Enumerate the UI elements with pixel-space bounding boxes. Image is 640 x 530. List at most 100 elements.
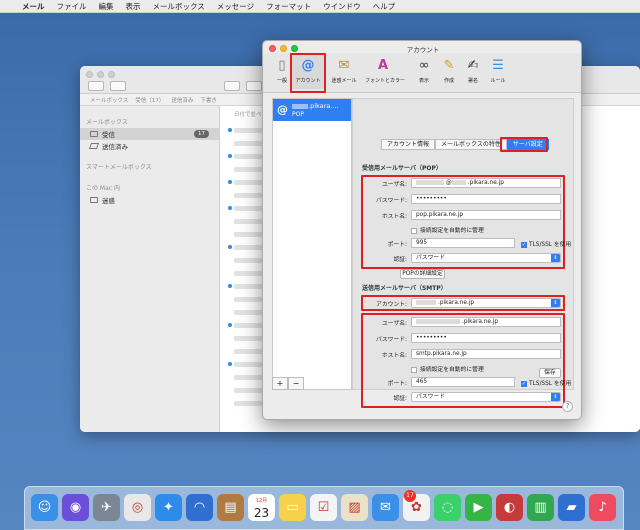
zoom-window-button[interactable] bbox=[108, 71, 115, 78]
fav-sent[interactable]: 送信済み bbox=[171, 96, 193, 104]
safari-icon[interactable]: ✦ bbox=[155, 494, 182, 521]
menu-format[interactable]: フォーマット bbox=[266, 1, 311, 12]
sidebar-item-label: 受信 bbox=[102, 131, 115, 139]
menu-window[interactable]: ウインドウ bbox=[323, 1, 361, 12]
incoming-username-field[interactable]: @ .pikara.ne.jp bbox=[411, 178, 561, 188]
toolbar-rules[interactable]: ☰ ルール bbox=[480, 55, 516, 89]
menu-edit[interactable]: 編集 bbox=[99, 1, 114, 12]
incoming-auto-manage-checkbox[interactable]: 接続設定を自動的に管理 bbox=[411, 225, 484, 234]
outgoing-auth-label: 認証: bbox=[393, 396, 407, 402]
delete-button[interactable] bbox=[246, 81, 262, 91]
toolbar-fonts-colors[interactable]: A フォントとカラー bbox=[365, 55, 405, 89]
toolbar-label: フォントとカラー bbox=[365, 78, 406, 84]
menu-help[interactable]: ヘルプ bbox=[373, 1, 396, 12]
fav-inbox[interactable]: 受信（17） bbox=[135, 96, 164, 104]
outgoing-auth-select[interactable]: パスワード ⇕ bbox=[411, 392, 561, 402]
incoming-port-field[interactable]: 995 bbox=[411, 238, 515, 248]
close-window-button[interactable] bbox=[86, 71, 93, 78]
outgoing-tls-checkbox[interactable]: ✓ TLS/SSL を使用 bbox=[521, 378, 571, 387]
preview-icon[interactable]: ▨ bbox=[341, 494, 368, 521]
toolbar-label: 表示 bbox=[418, 78, 429, 84]
incoming-server-heading: 受信用メールサーバ（POP） bbox=[362, 165, 442, 172]
toolbar-label: 署名 bbox=[467, 78, 478, 84]
menu-message[interactable]: メッセージ bbox=[217, 1, 254, 12]
notes-icon[interactable]: ▭ bbox=[279, 494, 306, 521]
unread-dot-icon bbox=[228, 245, 232, 249]
sidebar-item-inbox[interactable]: 受信 17 bbox=[80, 128, 219, 140]
outgoing-port-field[interactable]: 465 bbox=[411, 377, 515, 387]
finder-icon[interactable]: ☺ bbox=[31, 494, 58, 521]
numbers-icon[interactable]: ▥ bbox=[527, 494, 554, 521]
sent-icon bbox=[88, 143, 100, 149]
remove-account-button[interactable]: − bbox=[288, 377, 304, 390]
mail-window-controls bbox=[86, 71, 115, 78]
menu-file[interactable]: ファイル bbox=[57, 1, 87, 12]
chrome-icon[interactable]: ◎ bbox=[124, 494, 151, 521]
menu-mailbox[interactable]: メールボックス bbox=[153, 1, 205, 12]
minimize-window-button[interactable] bbox=[97, 71, 104, 78]
music-icon[interactable]: ♪ bbox=[589, 494, 616, 521]
add-account-button[interactable]: + bbox=[272, 377, 288, 390]
launchpad-icon[interactable]: ✈ bbox=[93, 494, 120, 521]
sidebar-item-sent[interactable]: 送信済み bbox=[80, 140, 219, 152]
fav-drafts[interactable]: 下書き bbox=[200, 96, 217, 104]
outgoing-account-select[interactable]: .pikara.ne.jp ⇕ bbox=[411, 298, 561, 308]
message-row-placeholder[interactable] bbox=[234, 128, 264, 133]
account-list-item[interactable]: @ .pikara.... POP bbox=[273, 99, 351, 121]
unread-dot-icon bbox=[228, 284, 232, 288]
sidebar-item-label: 迷惑 bbox=[102, 197, 115, 205]
calendar-icon[interactable]: 12月 23 bbox=[248, 494, 275, 521]
account-type: POP bbox=[292, 111, 304, 118]
keynote-icon[interactable]: ▰ bbox=[558, 494, 585, 521]
reminders-icon[interactable]: ☑ bbox=[310, 494, 337, 521]
mail-icon[interactable]: ✉ bbox=[372, 494, 399, 521]
toolbar-label: 作成 bbox=[443, 78, 454, 84]
unread-count-badge: 17 bbox=[194, 130, 209, 138]
outgoing-account-label: アカウント: bbox=[376, 302, 407, 308]
sidebar-item-junk[interactable]: 迷惑 bbox=[80, 194, 219, 206]
junk-icon: ✉ bbox=[338, 58, 350, 73]
menu-view[interactable]: 表示 bbox=[126, 1, 141, 12]
incoming-password-field[interactable]: ••••••••• bbox=[411, 194, 561, 204]
incoming-password-label: パスワード: bbox=[376, 198, 407, 204]
fav-mailboxes[interactable]: メールボックス bbox=[90, 96, 128, 104]
sidebar-section-smart: スマートメールボックス bbox=[86, 164, 152, 171]
highlight-accounts-tab bbox=[290, 53, 326, 93]
facetime-icon[interactable]: ▶ bbox=[465, 494, 492, 521]
save-button[interactable]: 保存 bbox=[539, 368, 561, 378]
outgoing-password-field[interactable]: ••••••••• bbox=[411, 333, 561, 343]
at-icon: @ bbox=[277, 103, 288, 116]
incoming-auth-label: 認証: bbox=[393, 257, 407, 263]
mail-badge: 17 bbox=[404, 490, 416, 502]
menu-app-mail[interactable]: メール bbox=[22, 1, 45, 12]
contacts-icon[interactable]: ▤ bbox=[217, 494, 244, 521]
incoming-tls-checkbox[interactable]: ✓ TLS/SSL を使用 bbox=[521, 239, 571, 248]
get-mail-button[interactable] bbox=[88, 81, 104, 91]
account-list: @ .pikara.... POP bbox=[272, 98, 352, 390]
account-name: .pikara.... bbox=[292, 102, 339, 110]
sidebar-item-label: 送信済み bbox=[102, 143, 128, 151]
siri-icon[interactable]: ◉ bbox=[62, 494, 89, 521]
incoming-host-field[interactable]: pop.pikara.ne.jp bbox=[411, 210, 561, 220]
outgoing-host-field[interactable]: smtp.pikara.ne.jp bbox=[411, 349, 561, 359]
help-button[interactable]: ? bbox=[562, 401, 573, 412]
messages-icon[interactable]: ◌ bbox=[434, 494, 461, 521]
outgoing-port-label: ポート: bbox=[387, 381, 407, 387]
message-row-placeholder[interactable] bbox=[234, 297, 265, 302]
wifi-icon[interactable]: ◠ bbox=[186, 494, 213, 521]
outgoing-auto-manage-checkbox[interactable]: 接続設定を自動的に管理 bbox=[411, 364, 484, 373]
archive-button[interactable] bbox=[224, 81, 240, 91]
tab-mailbox-behaviors[interactable]: メールボックスの特性 bbox=[435, 139, 507, 150]
menu-bar: メール ファイル 編集 表示 メールボックス メッセージ フォーマット ウインド… bbox=[0, 0, 640, 13]
pop-advanced-button[interactable]: POPの詳細設定 bbox=[400, 269, 445, 279]
incoming-auth-select[interactable]: パスワード ⇕ bbox=[411, 253, 561, 263]
toolbar-label: 一般 bbox=[276, 78, 287, 84]
toolbar-junk[interactable]: ✉ 迷惑メール bbox=[326, 55, 362, 89]
outgoing-username-field[interactable]: .pikara.ne.jp bbox=[411, 317, 561, 327]
photo-booth-icon[interactable]: ◐ bbox=[496, 494, 523, 521]
tab-account-info[interactable]: アカウント情報 bbox=[381, 139, 436, 150]
outgoing-host-label: ホスト名: bbox=[381, 353, 407, 359]
unread-dot-icon bbox=[228, 323, 232, 327]
incoming-port-label: ポート: bbox=[387, 242, 407, 248]
compose-button[interactable] bbox=[110, 81, 126, 91]
